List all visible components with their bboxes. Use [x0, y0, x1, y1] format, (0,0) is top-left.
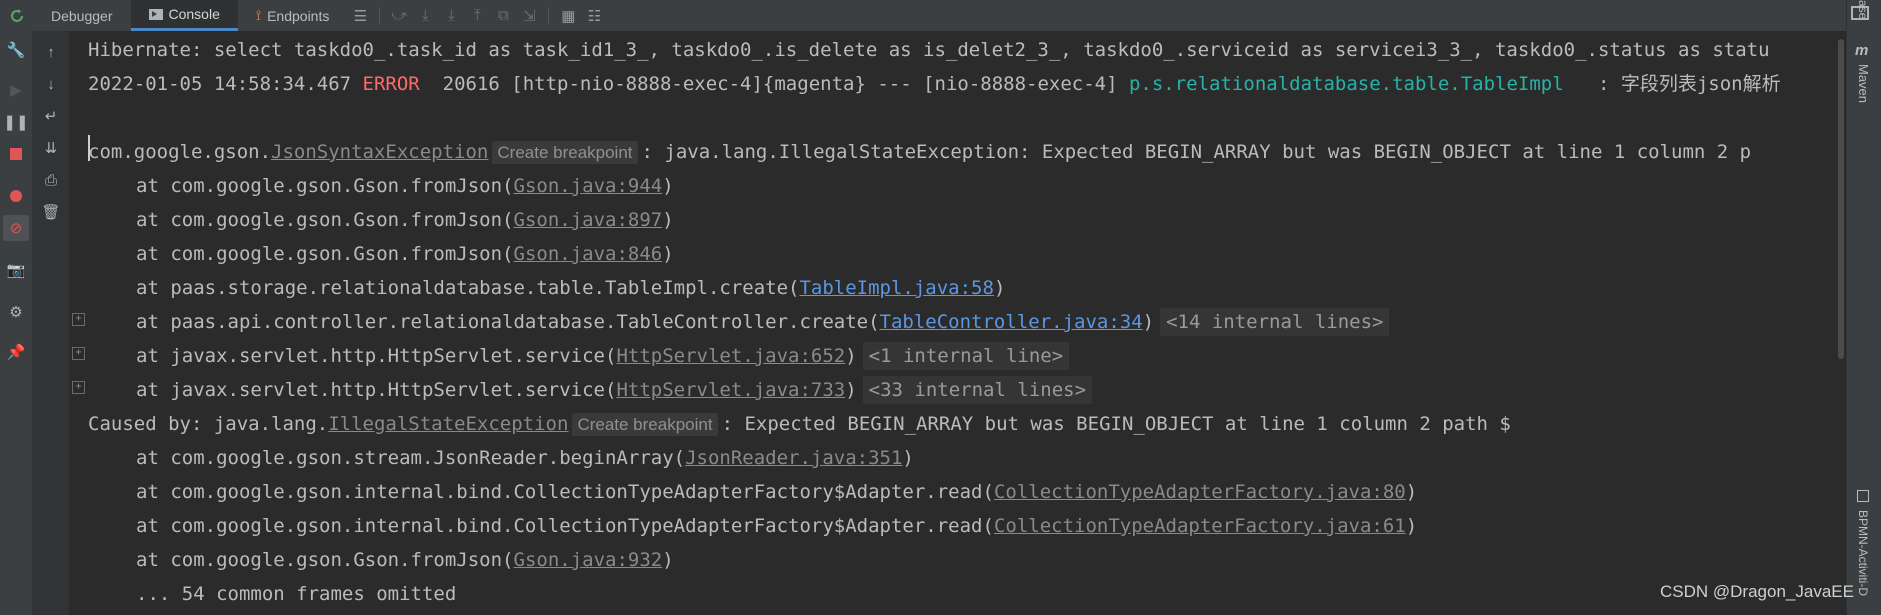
tool-window-tabbar: Debugger Console ⟟ Endpoints ☰ ⤻ ⤓ ⤓ ⤒ ⧉…: [0, 0, 1881, 32]
step-over-icon[interactable]: ⤓: [412, 0, 438, 31]
console-line: 2022-01-05 14:58:34.467 ERROR 20616 [htt…: [88, 73, 1781, 95]
toolbar-separator: [379, 7, 381, 24]
source-link[interactable]: CollectionTypeAdapterFactory.java:80: [994, 481, 1406, 503]
stack-frame: at com.google.gson.internal.bind.Collect…: [136, 515, 1418, 537]
create-breakpoint-button[interactable]: Create breakpoint: [492, 141, 638, 164]
mute-breakpoints-icon[interactable]: ⊘: [3, 215, 29, 241]
source-link[interactable]: TableImpl.java:58: [799, 277, 993, 299]
vertical-scrollbar[interactable]: [1836, 31, 1846, 615]
internal-lines-fold[interactable]: <14 internal lines>: [1160, 308, 1390, 336]
resume-icon[interactable]: ▶: [3, 77, 29, 103]
source-link[interactable]: Gson.java:897: [514, 209, 663, 231]
internal-lines-fold[interactable]: <1 internal line>: [862, 342, 1070, 370]
stack-frame: at paas.storage.relationaldatabase.table…: [136, 277, 1006, 299]
bpmn-panel-label[interactable]: BPMN-Activiti-D: [1856, 510, 1870, 596]
fold-expand-icon[interactable]: +: [72, 381, 85, 394]
stop-icon[interactable]: [3, 141, 29, 167]
settings-icon[interactable]: ⚙: [3, 299, 29, 325]
exception-line: com.google.gson.JsonSyntaxException Creat…: [88, 141, 1752, 164]
source-link[interactable]: HttpServlet.java:733: [616, 379, 845, 401]
bpmn-icon: [1857, 490, 1869, 502]
stack-frame: at javax.servlet.http.HttpServlet.servic…: [88, 373, 1093, 407]
run-to-cursor-icon[interactable]: ⇲: [516, 0, 542, 31]
wrench-icon[interactable]: 🔧: [3, 37, 29, 63]
step-out-icon[interactable]: ⤒: [464, 0, 490, 31]
menu-icon[interactable]: ☰: [347, 0, 373, 31]
log-level-error: ERROR: [362, 73, 420, 95]
fold-expand-icon[interactable]: +: [72, 347, 85, 360]
source-link[interactable]: Gson.java:932: [514, 549, 663, 571]
exception-link[interactable]: IllegalStateException: [328, 413, 568, 435]
up-arrow-icon[interactable]: ↑: [38, 39, 64, 65]
caused-by-line: Caused by: java.lang.IllegalStateExcepti…: [88, 413, 1511, 436]
trash-icon[interactable]: 🗑: [38, 199, 64, 225]
source-link[interactable]: CollectionTypeAdapterFactory.java:61: [994, 515, 1406, 537]
create-breakpoint-button[interactable]: Create breakpoint: [572, 413, 718, 436]
tab-debugger-label: Debugger: [51, 7, 113, 24]
exception-link[interactable]: JsonSyntaxException: [271, 141, 488, 163]
source-link[interactable]: Gson.java:944: [514, 175, 663, 197]
internal-lines-fold[interactable]: <33 internal lines>: [862, 376, 1093, 404]
step-into-icon[interactable]: ⤓: [438, 0, 464, 31]
fold-expand-icon[interactable]: +: [72, 313, 85, 326]
down-arrow-icon[interactable]: ↓: [38, 71, 64, 97]
maven-panel-label[interactable]: Maven: [1856, 64, 1871, 103]
tab-console[interactable]: Console: [130, 0, 238, 31]
drop-frame-icon[interactable]: ⧉: [490, 0, 516, 31]
endpoints-icon: ⟟: [255, 7, 262, 23]
tab-endpoints-label: Endpoints: [267, 7, 330, 24]
stack-frame: at com.google.gson.Gson.fromJson(Gson.ja…: [136, 243, 674, 265]
rerun-icon[interactable]: [0, 0, 33, 31]
view-breakpoints-icon[interactable]: [3, 183, 29, 209]
frames-omitted-line: ... 54 common frames omitted: [136, 583, 457, 605]
watermark: CSDN @Dragon_JavaEE: [1660, 582, 1854, 601]
pin-icon[interactable]: 📌: [3, 339, 29, 365]
right-tool-strip: ase m Maven BPMN-Activiti-D: [1846, 0, 1881, 615]
console-icon: [148, 8, 163, 20]
evaluate-expression-icon[interactable]: ▦: [555, 0, 581, 31]
logger-name: p.s.relationaldatabase.table.TableImpl: [1128, 73, 1564, 95]
stack-frame: at com.google.gson.Gson.fromJson(Gson.ja…: [136, 549, 674, 571]
soft-wrap-icon[interactable]: ↵: [38, 103, 64, 129]
stack-frame: at com.google.gson.internal.bind.Collect…: [136, 481, 1418, 503]
source-link[interactable]: TableController.java:34: [880, 311, 1143, 333]
stack-frame: at paas.api.controller.relationaldatabas…: [88, 305, 1390, 339]
source-link[interactable]: Gson.java:846: [514, 243, 663, 265]
scrollbar-thumb[interactable]: [1838, 39, 1844, 359]
maven-icon: m: [1855, 42, 1869, 59]
console-output[interactable]: Hibernate: select taskdo0_.task_id as ta…: [70, 31, 1836, 615]
database-panel-label[interactable]: ase: [1856, 0, 1870, 19]
stack-frame: at javax.servlet.http.HttpServlet.servic…: [88, 339, 1070, 373]
toolbar-separator: [548, 7, 550, 24]
source-link[interactable]: JsonReader.java:351: [685, 447, 902, 469]
stack-frame: at com.google.gson.Gson.fromJson(Gson.ja…: [136, 209, 674, 231]
pause-icon[interactable]: ❚❚: [3, 109, 29, 135]
stack-frame: at com.google.gson.stream.JsonReader.beg…: [136, 447, 914, 469]
source-link[interactable]: HttpServlet.java:652: [616, 345, 845, 367]
tab-debugger[interactable]: Debugger: [33, 0, 131, 31]
tab-endpoints[interactable]: ⟟ Endpoints: [238, 0, 348, 31]
debug-actions-strip: 🔧 ▶ ❚❚ ⊘ 📷 ⚙ 📌: [0, 31, 33, 615]
console-line: Hibernate: select taskdo0_.task_id as ta…: [88, 39, 1770, 61]
tab-console-label: Console: [168, 6, 220, 22]
trace-icon[interactable]: ☷: [581, 0, 607, 31]
stack-frame: at com.google.gson.Gson.fromJson(Gson.ja…: [136, 175, 674, 197]
camera-icon[interactable]: 📷: [3, 257, 29, 283]
show-execution-point-icon[interactable]: ⤻: [386, 0, 412, 31]
scroll-to-end-icon[interactable]: ⇊: [38, 135, 64, 161]
console-actions-strip: ↑ ↓ ↵ ⇊ ⎙ 🗑: [33, 31, 70, 615]
print-icon[interactable]: ⎙: [38, 167, 64, 193]
